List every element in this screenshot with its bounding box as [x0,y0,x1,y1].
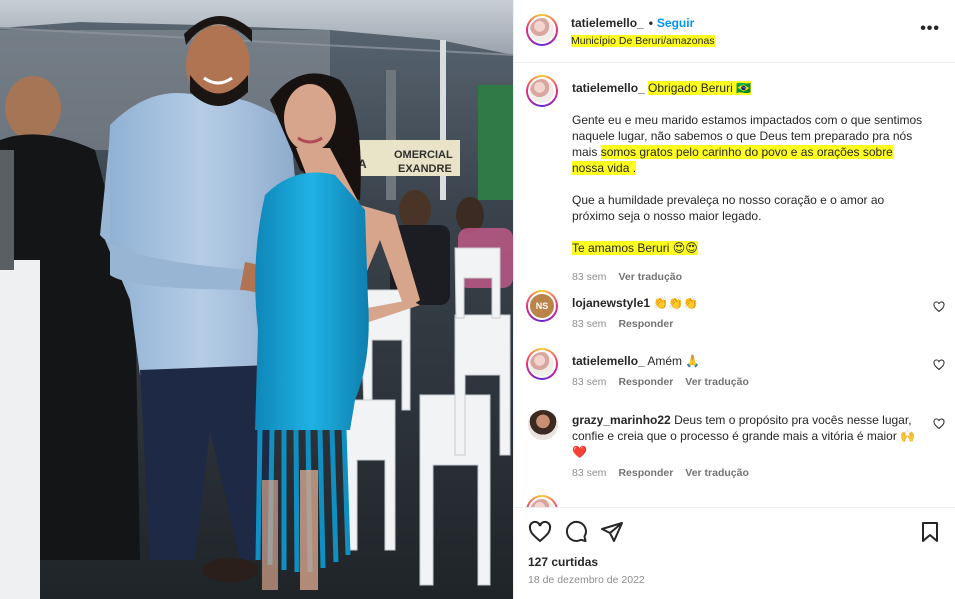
commenter-avatar-text: NS [528,292,556,320]
comment-meta: 83 sem Responder Ver tradução [572,376,761,388]
comment-body: grazy_marinho22 Deus tem o propósito pra… [572,412,924,460]
reply-button[interactable]: Responder [618,318,673,330]
commenter-avatar[interactable]: NS [526,290,558,322]
sign-text: OMERCIAL [394,149,453,161]
heart-icon[interactable] [933,359,945,371]
location-link[interactable]: Município De Beruri/amazonas [571,35,715,47]
author-avatar[interactable] [526,14,558,46]
comment-age: 83 sem [572,467,607,479]
follow-button[interactable]: Seguir [657,16,694,30]
comment-icon[interactable] [564,520,588,544]
bookmark-icon[interactable] [918,520,942,544]
post-side-panel: tatielemello_ • Seguir Município De Beruri… [513,0,955,599]
separator-dot: • [648,16,653,30]
comment-username[interactable]: tatielemello_ [572,354,645,368]
translate-link[interactable]: Ver tradução [685,376,749,388]
commenter-avatar[interactable] [528,410,558,440]
more-icon[interactable]: ••• [920,20,940,38]
caption-lead: Obrigado Beruri 🇧🇷 [648,81,752,95]
instagram-post-view: A OMERCIAL EXANDRE tatielemello_ • Segui… [0,0,955,599]
reply-button[interactable]: Responder [618,376,673,388]
share-icon[interactable] [600,520,624,544]
caption-paragraph1-highlight: somos gratos pelo carinho do povo e as o… [572,145,893,175]
likes-count[interactable]: 127 curtidas [528,555,598,569]
post-header: tatielemello_ • Seguir Município De Beruri… [514,0,955,63]
comment-age: 83 sem [572,318,607,330]
post-actions: 127 curtidas 18 de dezembro de 2022 [514,507,955,599]
translate-link[interactable]: Ver tradução [685,467,749,479]
caption-paragraph2: Que a humildade prevaleça no nosso coraç… [572,193,885,223]
heart-icon[interactable] [933,418,945,430]
author-username[interactable]: tatielemello_ [571,16,644,30]
heart-icon[interactable] [933,301,945,313]
post-date: 18 de dezembro de 2022 [528,574,645,586]
comments-list[interactable]: tatielemello_ Obrigado Beruri 🇧🇷 Gente e… [514,63,955,507]
caption-closing: Te amamos Beruri 😍😍 [572,241,698,255]
caption-username[interactable]: tatielemello_ [572,81,645,95]
reply-button[interactable]: Responder [618,467,673,479]
post-photo-illustration: A OMERCIAL EXANDRE [0,0,513,599]
commenter-avatar[interactable] [526,495,558,507]
comment-meta: 83 sem Responder [572,318,685,330]
header-top-line: tatielemello_ • Seguir [571,16,694,30]
caption-translate-link[interactable]: Ver tradução [618,271,682,283]
comment-age: 83 sem [572,376,607,388]
comment-meta: 83 sem Responder Ver tradução [572,467,761,479]
caption-meta: 83 sem Ver tradução [572,271,694,283]
location-text: Município De Beruri/amazonas [571,35,715,47]
comment-username[interactable]: lojanewstyle1 [572,296,650,310]
caption-age: 83 sem [572,271,607,283]
post-photo[interactable]: A OMERCIAL EXANDRE [0,0,513,599]
comment-text: 👏👏👏 [653,296,699,310]
comment-body: lojanewstyle1 👏👏👏 [572,295,924,311]
caption-avatar[interactable] [526,75,558,107]
comment-body: tatielemello_ Amém 🙏 [572,353,924,369]
comment-username[interactable]: grazy_marinho22 [572,413,671,427]
sign-text-2: EXANDRE [398,163,452,175]
comment-text: Amém 🙏 [647,354,701,368]
commenter-avatar[interactable] [526,348,558,380]
like-heart-icon[interactable] [528,520,552,544]
caption-body: tatielemello_ Obrigado Beruri 🇧🇷 Gente e… [572,80,924,256]
